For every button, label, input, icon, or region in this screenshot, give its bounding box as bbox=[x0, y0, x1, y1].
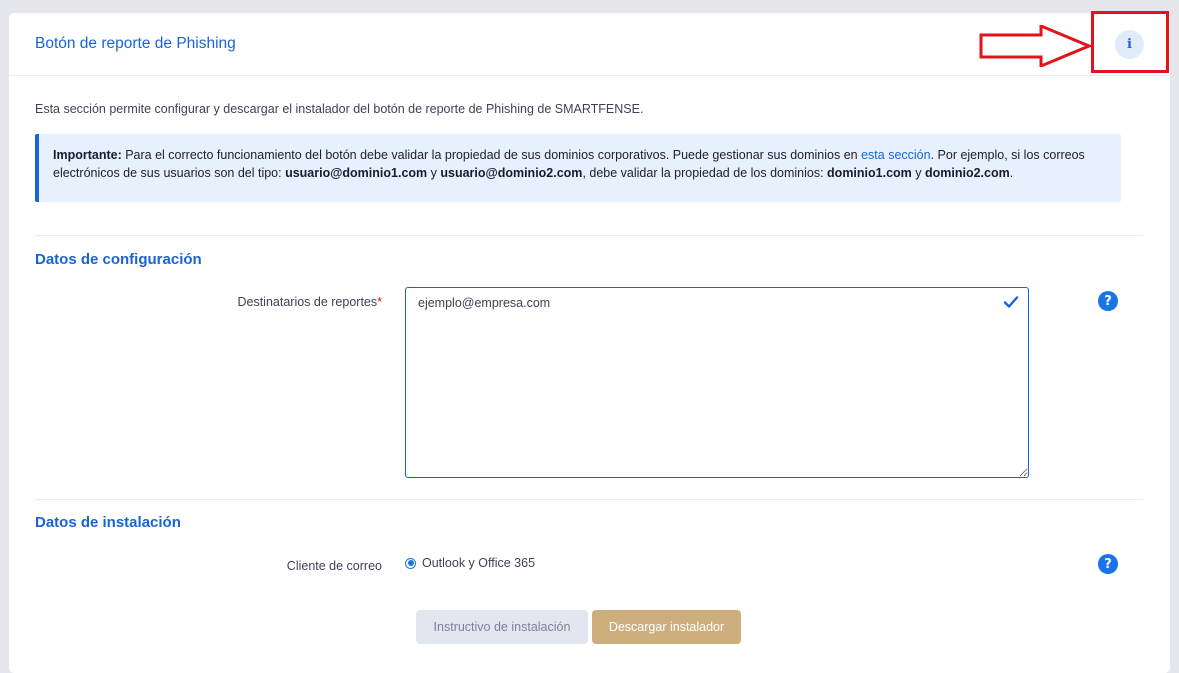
example-domain-1: dominio1.com bbox=[827, 166, 912, 180]
alert-text: . bbox=[1009, 166, 1014, 180]
recipients-help-icon[interactable]: ? bbox=[1098, 291, 1118, 311]
recipients-label: Destinatarios de reportes* bbox=[237, 295, 382, 309]
alert-text: , debe validar la propiedad de los domin… bbox=[582, 166, 828, 180]
red-arrow-annotation bbox=[979, 25, 1093, 67]
example-email-1: usuario@dominio1.com bbox=[285, 166, 428, 180]
page-title: Botón de reporte de Phishing bbox=[35, 35, 236, 52]
alert-label: Importante: bbox=[53, 148, 122, 162]
example-email-2: usuario@dominio2.com bbox=[440, 166, 583, 180]
alert-text: Para el correcto funcionamiento del botó… bbox=[121, 148, 862, 162]
check-icon bbox=[1003, 296, 1019, 308]
divider bbox=[35, 235, 1143, 236]
intro-text: Esta sección permite configurar y descar… bbox=[35, 102, 644, 116]
download-installer-button[interactable]: Descargar instalador bbox=[592, 610, 741, 644]
mail-client-label: Cliente de correo bbox=[286, 559, 382, 573]
domains-section-link[interactable]: esta sección bbox=[861, 148, 930, 162]
radio-outlook-label: Outlook y Office 365 bbox=[422, 556, 536, 570]
config-section-title: Datos de configuración bbox=[35, 251, 202, 268]
important-alert: Importante: Para el correcto funcionamie… bbox=[35, 134, 1121, 202]
required-mark: * bbox=[377, 295, 382, 309]
divider bbox=[35, 499, 1143, 500]
recipients-textarea[interactable]: ejemplo@empresa.com bbox=[405, 287, 1029, 478]
example-domain-2: dominio2.com bbox=[924, 166, 1010, 180]
radio-outlook-option[interactable]: Outlook y Office 365 bbox=[405, 556, 535, 570]
alert-text: y bbox=[911, 166, 925, 180]
install-section-title: Datos de instalación bbox=[35, 514, 181, 531]
recipients-label-text: Destinatarios de reportes bbox=[237, 295, 378, 309]
phishing-button-card: Botón de reporte de Phishing i Esta secc… bbox=[9, 11, 1170, 673]
recipients-field-wrapper: ejemplo@empresa.com bbox=[405, 287, 1029, 478]
info-icon[interactable]: i bbox=[1115, 30, 1144, 59]
alert-text: y bbox=[427, 166, 441, 180]
radio-outlook-selected[interactable] bbox=[405, 557, 416, 569]
installation-guide-button[interactable]: Instructivo de instalación bbox=[416, 610, 588, 644]
card-header: Botón de reporte de Phishing i bbox=[9, 11, 1170, 76]
mail-client-help-icon[interactable]: ? bbox=[1098, 554, 1118, 574]
